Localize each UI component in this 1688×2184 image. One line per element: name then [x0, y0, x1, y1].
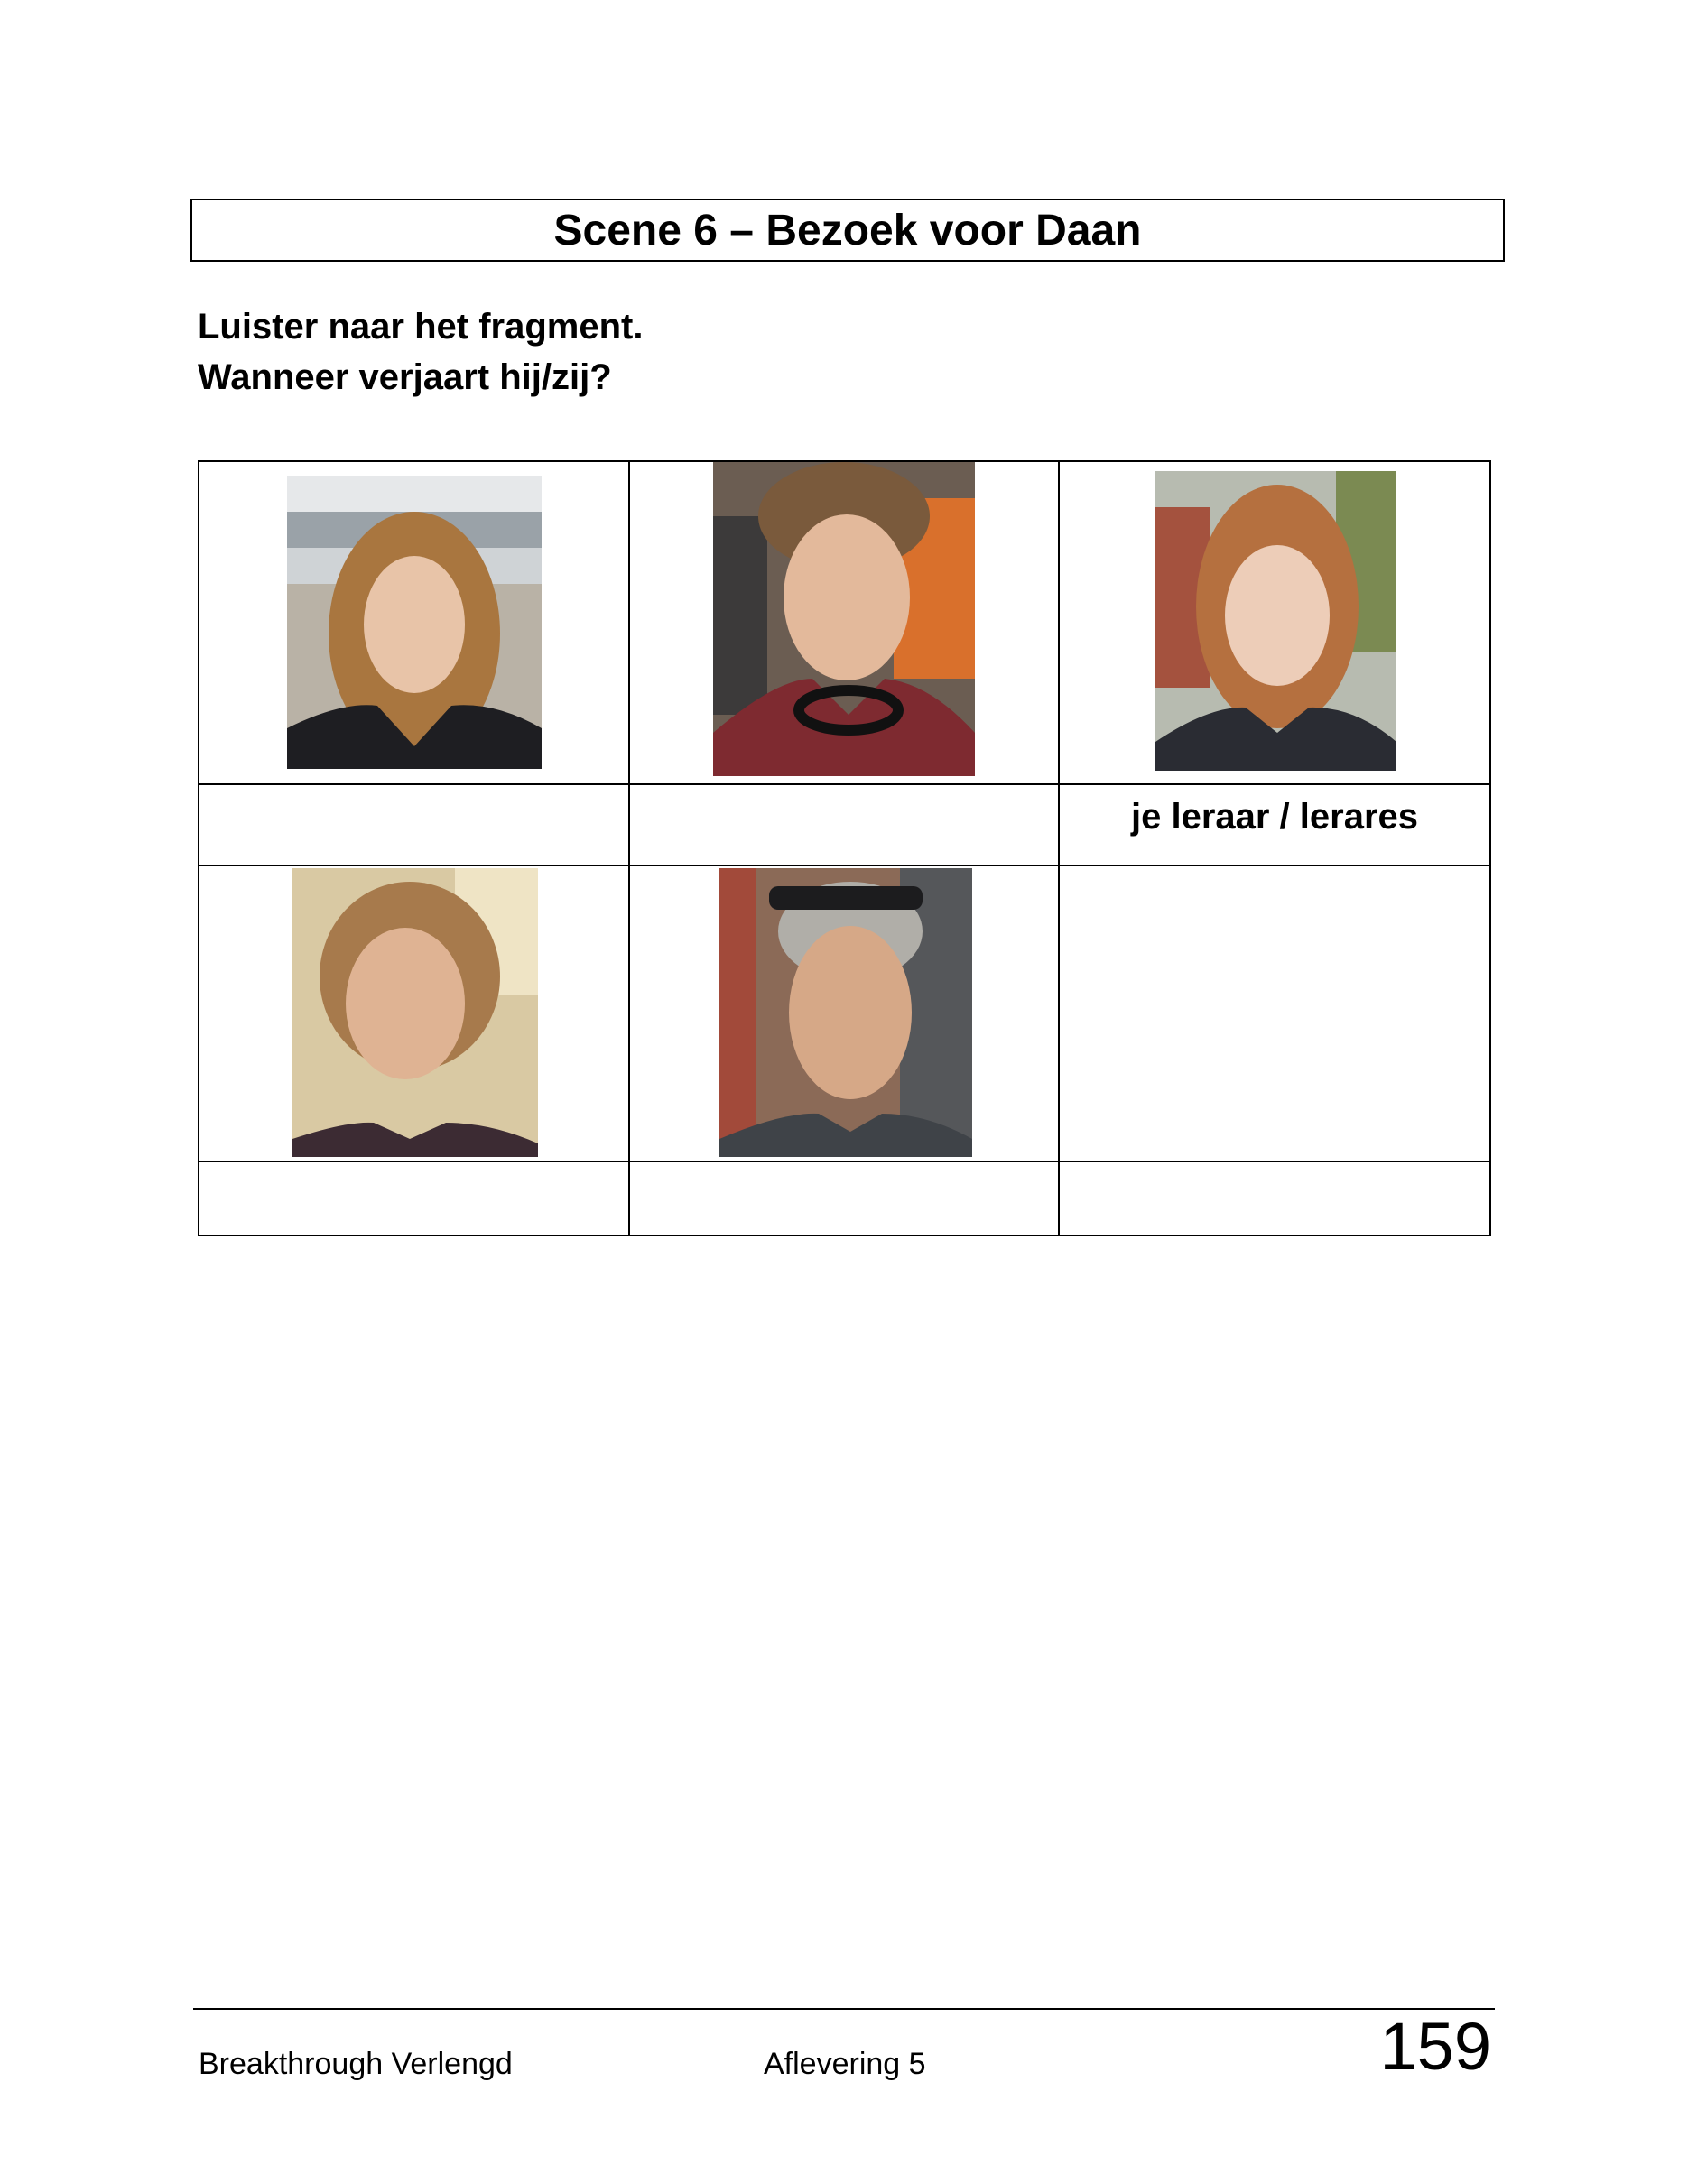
- page-number: 159: [1379, 2009, 1491, 2084]
- answer-cell-3[interactable]: [1060, 785, 1489, 865]
- answer-table: je leraar / lerares: [198, 460, 1491, 1236]
- footer-divider: [193, 2008, 1495, 2010]
- answer-cell-5[interactable]: [630, 1162, 1058, 1235]
- instruction-line-1: Luister naar het fragment.: [198, 307, 644, 347]
- photo-woman-short-hair: [292, 868, 538, 1157]
- answer-cell-4[interactable]: [199, 1162, 628, 1235]
- scene-title: Scene 6 – Bezoek voor Daan: [190, 199, 1505, 262]
- footer-book-title: Breakthrough Verlengd: [199, 2047, 513, 2081]
- footer-episode: Aflevering 5: [764, 2047, 926, 2081]
- answer-cell-1[interactable]: [199, 785, 628, 865]
- instruction-line-2: Wanneer verjaart hij/zij?: [198, 357, 612, 397]
- photo-woman-curly-hair: [287, 476, 542, 769]
- answer-cell-2[interactable]: [630, 785, 1058, 865]
- answer-cell-6[interactable]: [1060, 1162, 1489, 1235]
- photo-young-man-headphones: [713, 462, 975, 776]
- photo-man-sunglasses: [719, 868, 972, 1157]
- photo-woman-red-hair: [1155, 471, 1396, 771]
